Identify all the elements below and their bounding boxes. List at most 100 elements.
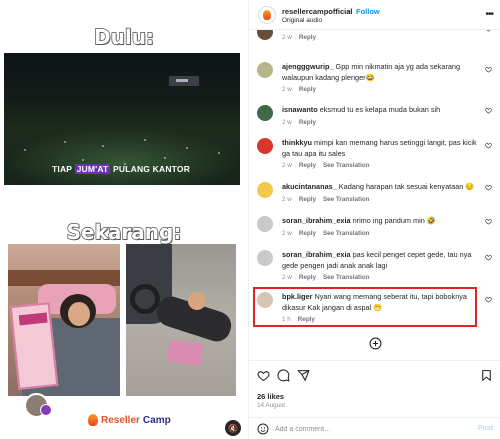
comment-meta: 2 w Reply — [282, 34, 316, 41]
comment-username[interactable]: ajengggwurip_ — [282, 62, 334, 71]
light-dot — [218, 152, 220, 154]
mute-icon[interactable]: 🔇 — [225, 420, 241, 436]
reply-button[interactable]: Reply — [299, 86, 316, 93]
comment-input[interactable] — [275, 422, 465, 436]
emoji-icon[interactable] — [257, 423, 269, 435]
post-media[interactable]: Dulu: TIAP JUM'AT PULANG KANTOR Sekarang… — [0, 0, 248, 439]
reply-button[interactable]: Reply — [299, 162, 316, 169]
see-translation-button[interactable]: See Translation — [323, 274, 370, 281]
comment-time: 2 w — [282, 162, 292, 169]
post-header: resellercampofficial • Follow Original a… — [249, 0, 500, 30]
comment-meta: 2 w Reply See Translation — [282, 274, 370, 281]
heart-icon[interactable] — [485, 30, 492, 32]
post-date: 14 August — [257, 402, 286, 409]
comment-meta: 2 w Reply See Translation — [282, 162, 370, 169]
follow-button[interactable]: Follow — [356, 7, 380, 16]
comment-username[interactable]: soran_ibrahim_exia — [282, 216, 351, 225]
reply-button[interactable]: Reply — [299, 196, 316, 203]
comment-text: ajengggwurip_ Gpp min nikmatin aja yg ad… — [282, 62, 478, 83]
comment-meta: 2 w Reply — [282, 86, 316, 93]
comment-meta: 2 w Reply — [282, 119, 316, 126]
comment-meta: 2 w Reply See Translation — [282, 196, 370, 203]
audio-label[interactable]: Original audio — [282, 17, 322, 24]
media-title-now: Sekarang: — [66, 219, 182, 244]
header-avatar[interactable] — [258, 6, 276, 24]
see-translation-button[interactable]: See Translation — [323, 230, 370, 237]
photo-street — [126, 244, 236, 396]
comment-avatar[interactable] — [257, 105, 273, 121]
heart-icon[interactable] — [485, 218, 492, 225]
reply-button[interactable]: Reply — [299, 119, 316, 126]
likes-count[interactable]: 26 likes — [257, 392, 284, 401]
bookmark-icon[interactable] — [480, 369, 493, 382]
comment-time: 2 w — [282, 119, 292, 126]
flame-icon — [263, 10, 271, 20]
heart-icon[interactable] — [485, 254, 492, 261]
light-dot — [64, 141, 66, 143]
heart-icon[interactable] — [485, 296, 492, 303]
header-separator: • — [348, 7, 351, 16]
light-dot — [144, 139, 146, 141]
caption-pre: TIAP — [52, 164, 75, 174]
see-translation-button[interactable]: See Translation — [323, 196, 370, 203]
post-actions: 26 likes 14 August — [249, 360, 500, 420]
comment-time: 2 w — [282, 230, 292, 237]
plus-circle-icon[interactable] — [369, 337, 382, 350]
comment-text: soran_ibrahim_exia pas kecil penget cepe… — [282, 250, 478, 271]
media-title-before: Dulu: — [93, 24, 154, 49]
reply-button[interactable]: Reply — [299, 34, 316, 41]
reply-button[interactable]: Reply — [299, 230, 316, 237]
comment-meta: 2 w Reply See Translation — [282, 230, 370, 237]
light-dot — [24, 149, 26, 151]
comment-avatar[interactable] — [257, 292, 273, 308]
comment-body: eksmud tu es kelapa muda bukan sih — [319, 105, 441, 114]
heart-icon[interactable] — [485, 107, 492, 114]
heart-icon[interactable] — [485, 142, 492, 149]
comment-username[interactable]: bpk.liger — [282, 292, 312, 301]
light-dot — [164, 157, 166, 159]
light-dot — [186, 147, 188, 149]
comment-avatar[interactable] — [257, 250, 273, 266]
heart-icon[interactable] — [485, 184, 492, 191]
comment-username[interactable]: thinkkyu — [282, 138, 312, 147]
comment-avatar[interactable] — [257, 138, 273, 154]
share-icon[interactable] — [297, 369, 310, 382]
heart-icon[interactable] — [257, 369, 270, 382]
comment-body: nrimo ing pandum min 🤣 — [352, 216, 436, 225]
comment-composer: Post — [249, 417, 500, 439]
comment-time: 2 w — [282, 86, 292, 93]
comment-text: bpk.liger Nyari wang memang seberat itu,… — [282, 292, 478, 313]
motorbike-wheel — [130, 284, 160, 314]
comments-list[interactable]: 2 w Reply ajengggwurip_ Gpp min nikmatin… — [249, 30, 500, 360]
comment-time: 2 w — [282, 34, 292, 41]
caption-post: PULANG KANTOR — [110, 164, 191, 174]
comment-username[interactable]: akucintananas_ — [282, 182, 337, 191]
reply-button[interactable]: Reply — [298, 316, 315, 323]
comment-avatar[interactable] — [257, 30, 273, 40]
comment-body: mimpi kan memang harus setinggi langit, … — [282, 138, 477, 158]
comment-avatar[interactable] — [257, 216, 273, 232]
post-details-panel: resellercampofficial • Follow Original a… — [248, 0, 500, 439]
comment-time: 2 w — [282, 196, 292, 203]
comment-avatar[interactable] — [257, 182, 273, 198]
book-on-ground — [166, 339, 204, 367]
flame-icon — [88, 414, 98, 426]
heart-icon[interactable] — [485, 66, 492, 73]
more-icon[interactable]: ••• — [485, 9, 493, 20]
see-translation-button[interactable]: See Translation — [323, 162, 370, 169]
media-caption: TIAP JUM'AT PULANG KANTOR — [52, 164, 190, 174]
comment-avatar[interactable] — [257, 62, 273, 78]
comment-time: 2 w — [282, 274, 292, 281]
reply-button[interactable]: Reply — [299, 274, 316, 281]
post-button[interactable]: Post — [478, 425, 493, 432]
comment-icon[interactable] — [277, 369, 290, 382]
building-light — [176, 79, 188, 82]
brand-name-part1: Reseller — [101, 414, 140, 426]
comment-text: akucintananas_ Kadang harapan tak sesuai… — [282, 182, 478, 193]
comment-text: isnawanto eksmud tu es kelapa muda bukan… — [282, 105, 478, 116]
comment-username[interactable]: isnawanto — [282, 105, 318, 114]
comment-username[interactable]: soran_ibrahim_exia — [282, 250, 351, 259]
photo-bed — [8, 244, 120, 396]
avatar-badge-icon — [40, 404, 52, 416]
header-username[interactable]: resellercampofficial — [282, 7, 352, 16]
